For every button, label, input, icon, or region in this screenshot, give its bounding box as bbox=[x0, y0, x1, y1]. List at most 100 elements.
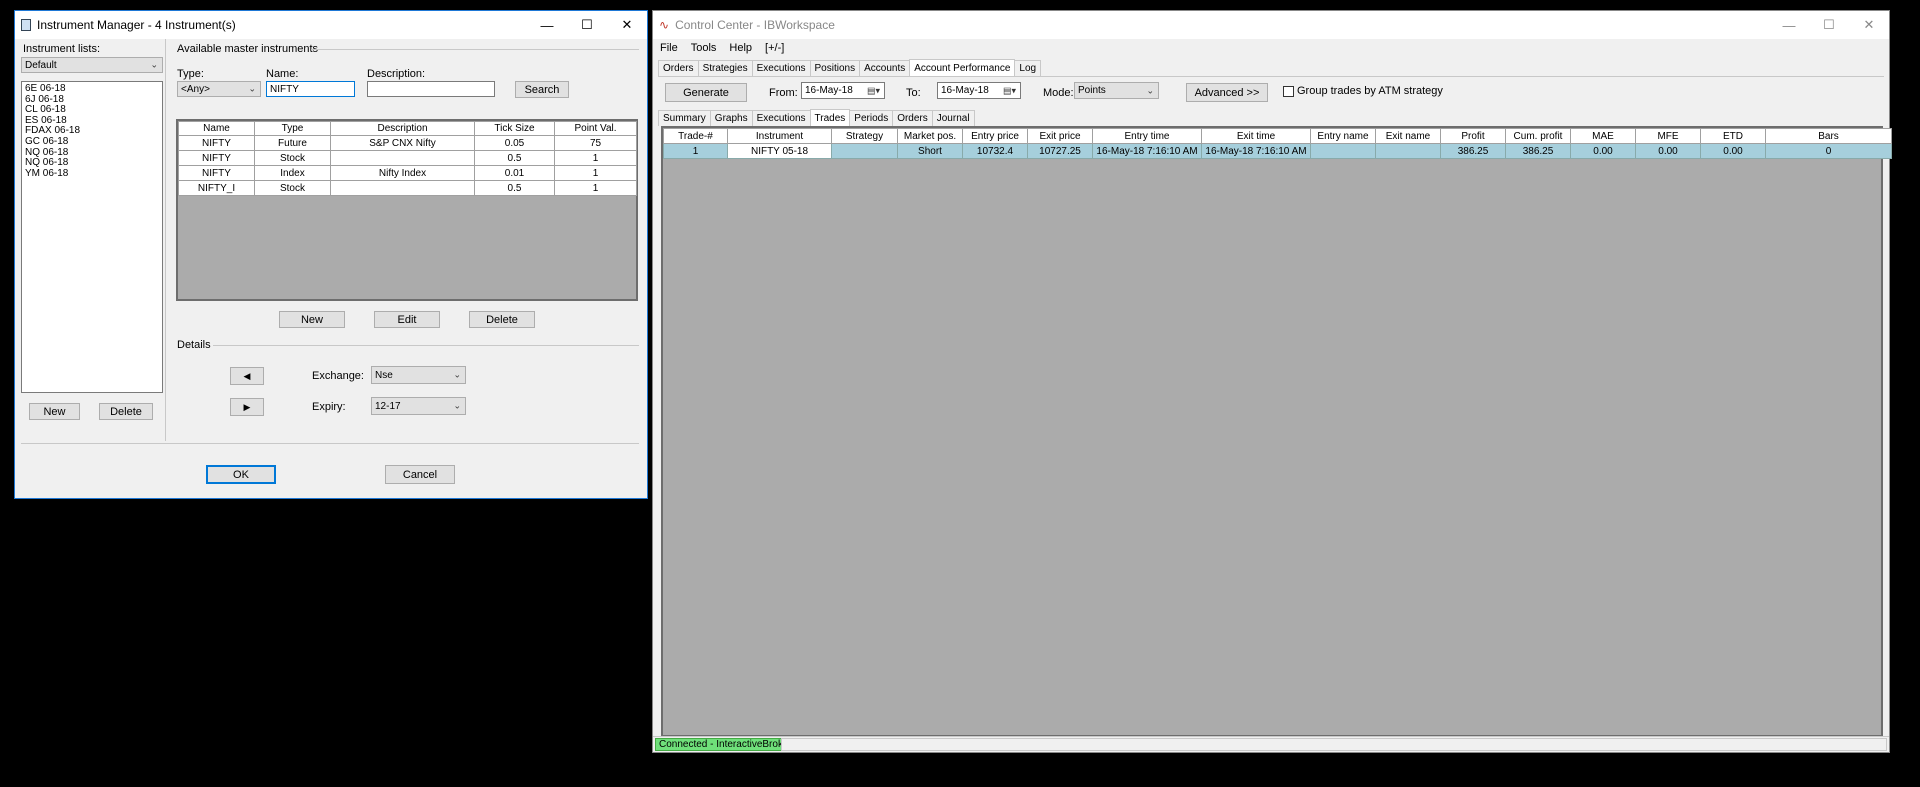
tab-log[interactable]: Log bbox=[1014, 60, 1042, 76]
cancel-button[interactable]: Cancel bbox=[385, 465, 455, 484]
grid-new-button[interactable]: New bbox=[279, 311, 345, 328]
previous-button[interactable]: ◀ bbox=[230, 367, 264, 385]
exchange-value: Nse bbox=[375, 369, 393, 381]
master-instruments-grid: Name Type Description Tick Size Point Val. N… bbox=[176, 119, 638, 301]
tab-positions[interactable]: Positions bbox=[809, 60, 861, 76]
column-header[interactable]: Exit time bbox=[1201, 128, 1311, 144]
subtab-executions[interactable]: Executions bbox=[751, 110, 811, 126]
minimize-icon[interactable]: — bbox=[527, 11, 567, 39]
tab-baseline bbox=[658, 76, 1884, 77]
list-item[interactable]: 6E 06-18 bbox=[22, 83, 162, 95]
table-cell: Index bbox=[254, 165, 331, 181]
ok-button[interactable]: OK bbox=[206, 465, 276, 484]
column-header[interactable]: Tick Size bbox=[474, 121, 555, 136]
exchange-select[interactable]: Nse ⌄ bbox=[371, 366, 466, 384]
instrument-listbox[interactable]: 6E 06-18 6J 06-18 CL 06-18 ES 06-18 FDAX 06-… bbox=[21, 81, 163, 393]
expiry-value: 12-17 bbox=[375, 400, 401, 412]
name-input[interactable]: NIFTY bbox=[266, 81, 355, 97]
column-header[interactable]: MFE bbox=[1635, 128, 1701, 144]
group-trades-checkbox[interactable] bbox=[1283, 86, 1294, 97]
subtab-trades[interactable]: Trades bbox=[809, 109, 851, 127]
grid-edit-button[interactable]: Edit bbox=[374, 311, 440, 328]
group-trades-label: Group trades by ATM strategy bbox=[1297, 85, 1443, 97]
column-header[interactable]: Market pos. bbox=[897, 128, 963, 144]
expiry-select[interactable]: 12-17 ⌄ bbox=[371, 397, 466, 415]
table-row[interactable]: NIFTY_I Stock 0.5 1 bbox=[178, 180, 637, 196]
column-header[interactable]: Trade-# bbox=[663, 128, 728, 144]
grid-delete-button[interactable]: Delete bbox=[469, 311, 535, 328]
column-header[interactable]: Bars bbox=[1765, 128, 1892, 144]
column-header[interactable]: MAE bbox=[1570, 128, 1636, 144]
table-row[interactable]: 1 NIFTY 05-18 Short 10732.4 10727.25 16-May-1… bbox=[663, 143, 1892, 159]
minimize-icon[interactable]: — bbox=[1769, 11, 1809, 39]
mode-select[interactable]: Points ⌄ bbox=[1074, 82, 1159, 99]
tab-strategies[interactable]: Strategies bbox=[697, 60, 753, 76]
search-button[interactable]: Search bbox=[515, 81, 569, 98]
menu-tools[interactable]: Tools bbox=[691, 42, 717, 54]
instrument-manager-titlebar[interactable]: Instrument Manager - 4 Instrument(s) — ☐… bbox=[15, 11, 647, 39]
to-date-value: 16-May-18 bbox=[941, 85, 989, 96]
column-header[interactable]: Profit bbox=[1440, 128, 1506, 144]
column-header[interactable]: Entry price bbox=[962, 128, 1028, 144]
menu-toggle[interactable]: [+/-] bbox=[765, 42, 784, 54]
maximize-icon[interactable]: ☐ bbox=[1809, 11, 1849, 39]
table-row[interactable]: NIFTY Future S&P CNX Nifty 0.05 75 bbox=[178, 135, 637, 151]
subtab-summary[interactable]: Summary bbox=[658, 110, 711, 126]
column-header[interactable]: ETD bbox=[1700, 128, 1766, 144]
close-icon[interactable]: ✕ bbox=[607, 11, 647, 39]
control-center-titlebar[interactable]: ∿ Control Center - IBWorkspace — ☐ ✕ bbox=[653, 11, 1889, 39]
column-header[interactable]: Entry time bbox=[1092, 128, 1202, 144]
instrument-list-select[interactable]: Default ⌄ bbox=[21, 57, 163, 73]
subtab-orders[interactable]: Orders bbox=[892, 110, 933, 126]
tab-executions[interactable]: Executions bbox=[751, 60, 811, 76]
tab-accounts[interactable]: Accounts bbox=[859, 60, 911, 76]
column-header[interactable]: Exit price bbox=[1027, 128, 1093, 144]
table-cell: 386.25 bbox=[1505, 143, 1571, 159]
tab-orders[interactable]: Orders bbox=[658, 60, 699, 76]
calendar-dropdown-icon: ▤▾ bbox=[1002, 85, 1016, 95]
name-label: Name: bbox=[266, 68, 299, 80]
subtab-journal[interactable]: Journal bbox=[931, 110, 975, 126]
subtab-graphs[interactable]: Graphs bbox=[709, 110, 753, 126]
table-cell: Stock bbox=[254, 150, 331, 166]
column-header[interactable]: Entry name bbox=[1310, 128, 1376, 144]
table-row[interactable]: NIFTY Index Nifty Index 0.01 1 bbox=[178, 165, 637, 181]
tab-account-performance[interactable]: Account Performance bbox=[909, 59, 1016, 77]
table-cell: 1 bbox=[663, 143, 728, 159]
type-value: <Any> bbox=[181, 83, 210, 95]
table-cell: NIFTY 05-18 bbox=[727, 143, 832, 159]
list-item[interactable]: GC 06-18 bbox=[22, 136, 162, 148]
description-input[interactable] bbox=[367, 81, 495, 97]
column-header[interactable]: Description bbox=[330, 121, 475, 136]
table-cell bbox=[330, 150, 475, 166]
list-item[interactable]: YM 06-18 bbox=[22, 168, 162, 180]
from-date-picker[interactable]: 16-May-18 ▤▾ bbox=[801, 82, 885, 99]
column-header[interactable]: Cum. profit bbox=[1505, 128, 1571, 144]
close-icon[interactable]: ✕ bbox=[1849, 11, 1889, 39]
list-new-button[interactable]: New bbox=[29, 403, 80, 420]
menu-file[interactable]: File bbox=[660, 42, 678, 54]
type-select[interactable]: <Any> ⌄ bbox=[177, 81, 261, 97]
list-delete-button[interactable]: Delete bbox=[99, 403, 153, 420]
column-header[interactable]: Type bbox=[254, 121, 331, 136]
generate-button[interactable]: Generate bbox=[665, 83, 747, 102]
column-header[interactable]: Exit name bbox=[1375, 128, 1441, 144]
advanced-button[interactable]: Advanced >> bbox=[1186, 83, 1268, 102]
main-tabs: Orders Strategies Executions Positions A… bbox=[658, 58, 1042, 77]
arrow-left-icon: ◀ bbox=[243, 370, 251, 381]
table-cell: 0.05 bbox=[474, 135, 555, 151]
calendar-dropdown-icon: ▤▾ bbox=[866, 85, 880, 95]
maximize-icon[interactable]: ☐ bbox=[567, 11, 607, 39]
connection-status: Connected - InteractiveBrokers bbox=[655, 738, 801, 751]
table-cell: NIFTY_I bbox=[178, 180, 255, 196]
column-header[interactable]: Strategy bbox=[831, 128, 898, 144]
next-button[interactable]: ▶ bbox=[230, 398, 264, 416]
column-header[interactable]: Point Val. bbox=[554, 121, 637, 136]
subtab-periods[interactable]: Periods bbox=[849, 110, 894, 126]
column-header[interactable]: Instrument bbox=[727, 128, 832, 144]
to-date-picker[interactable]: 16-May-18 ▤▾ bbox=[937, 82, 1021, 99]
table-row[interactable]: NIFTY Stock 0.5 1 bbox=[178, 150, 637, 166]
menu-help[interactable]: Help bbox=[729, 42, 752, 54]
exchange-label: Exchange: bbox=[312, 370, 364, 382]
column-header[interactable]: Name bbox=[178, 121, 255, 136]
